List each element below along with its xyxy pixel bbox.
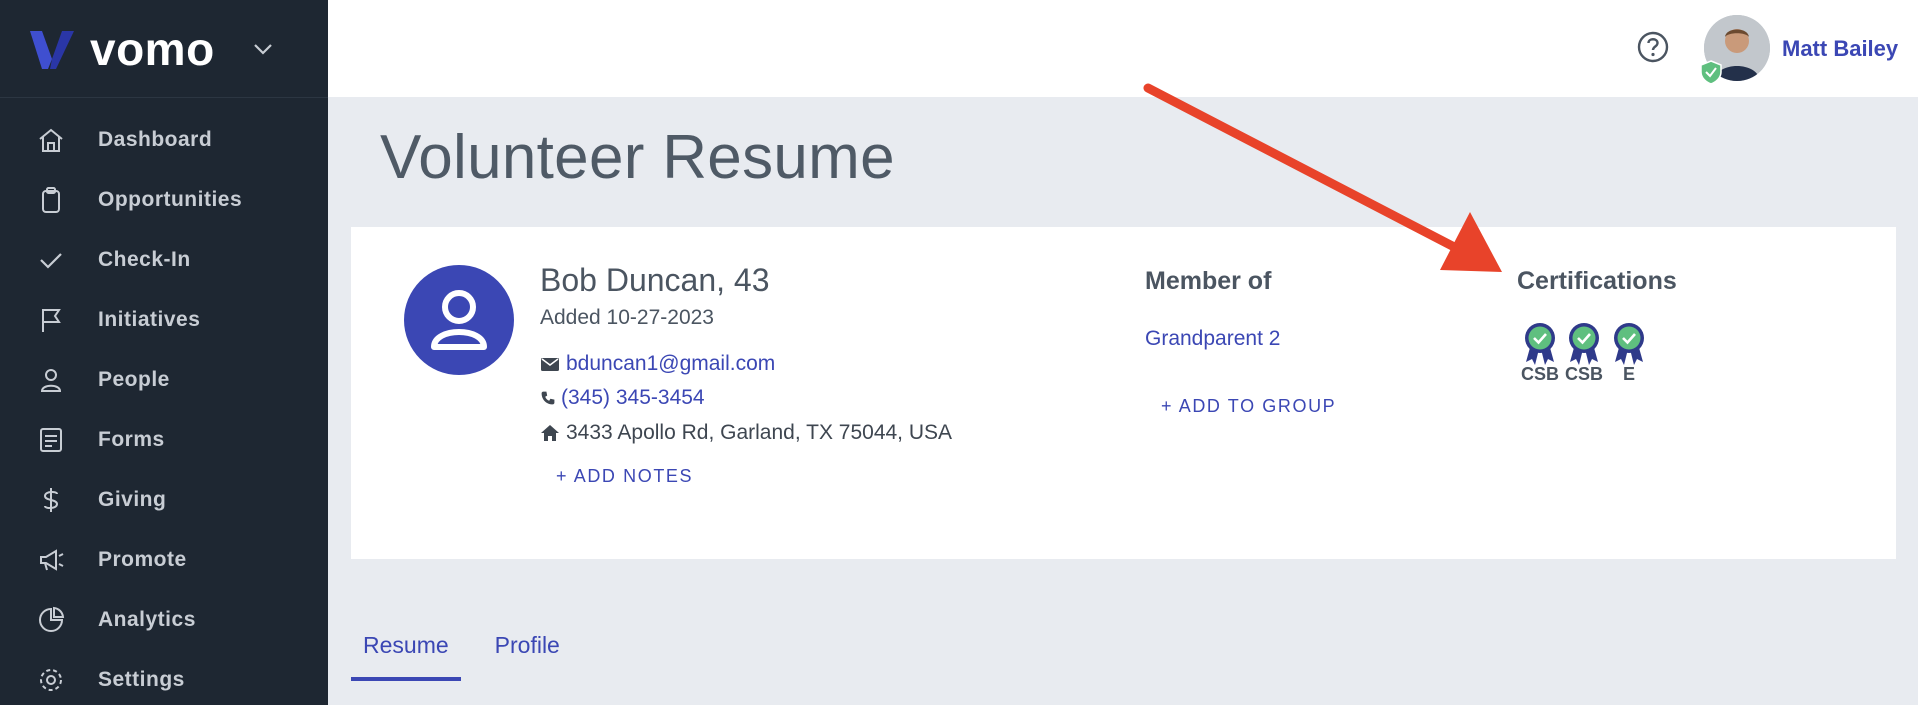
user-name[interactable]: Matt Bailey <box>1782 36 1898 62</box>
certification-label: CSB <box>1520 364 1559 384</box>
address-row: 3433 Apollo Rd, Garland, TX 75044, USA <box>540 421 952 445</box>
certification-badge[interactable]: CSB <box>1562 322 1606 385</box>
verified-shield-icon <box>1700 60 1722 85</box>
sidebar-item-label: Forms <box>98 428 165 451</box>
sidebar-item-label: Dashboard <box>98 128 213 151</box>
sidebar-item-label: Analytics <box>98 608 196 631</box>
tab-profile[interactable]: Profile <box>483 620 572 681</box>
phone-row: (345) 345-3454 <box>540 386 705 410</box>
certifications-heading: Certifications <box>1517 267 1677 295</box>
certification-badge[interactable]: E <box>1607 322 1651 385</box>
chevron-down-icon[interactable] <box>251 37 275 61</box>
sidebar-item-promote[interactable]: Promote <box>0 530 328 590</box>
sidebar-item-label: Check-In <box>98 248 191 271</box>
sidebar-item-analytics[interactable]: Analytics <box>0 590 328 650</box>
certification-badge[interactable]: CSB <box>1518 322 1562 385</box>
sidebar-item-opportunities[interactable]: Opportunities <box>0 170 328 230</box>
pie-chart-icon <box>36 605 66 635</box>
member-of-heading: Member of <box>1145 267 1272 295</box>
award-ribbon-icon <box>1525 323 1555 365</box>
brand-header[interactable]: vomo <box>0 0 328 98</box>
award-ribbon-icon <box>1614 323 1644 365</box>
group-link[interactable]: Grandparent 2 <box>1145 327 1280 351</box>
added-date: Added 10-27-2023 <box>540 306 714 329</box>
sidebar-item-people[interactable]: People <box>0 350 328 410</box>
sidebar-item-giving[interactable]: Giving <box>0 470 328 530</box>
check-icon <box>36 245 66 275</box>
sidebar-item-dashboard[interactable]: Dashboard <box>0 110 328 170</box>
sidebar-item-check-in[interactable]: Check-In <box>0 230 328 290</box>
sidebar-item-settings[interactable]: Settings <box>0 650 328 705</box>
home-icon <box>36 125 66 155</box>
sidebar-item-label: Giving <box>98 488 167 511</box>
person-avatar-icon <box>404 265 514 375</box>
sidebar-item-label: Settings <box>98 668 185 691</box>
sidebar-item-initiatives[interactable]: Initiatives <box>0 290 328 350</box>
person-name: Bob Duncan, 43 <box>540 262 770 298</box>
add-notes-button[interactable]: + ADD NOTES <box>556 466 693 487</box>
flag-icon <box>36 305 66 335</box>
sidebar-item-label: Initiatives <box>98 308 201 331</box>
phone-icon <box>541 391 555 405</box>
person-icon <box>36 365 66 395</box>
award-ribbon-icon <box>1569 323 1599 365</box>
dollar-icon <box>36 485 66 515</box>
form-icon <box>36 425 66 455</box>
phone-link[interactable]: (345) 345-3454 <box>561 386 705 410</box>
certification-label: E <box>1622 364 1635 384</box>
sidebar-item-label: Opportunities <box>98 188 243 211</box>
tab-bar: Resume Profile <box>351 620 594 681</box>
sidebar-item-label: Promote <box>98 548 187 571</box>
top-bar <box>328 0 1918 97</box>
sidebar-nav: Dashboard Opportunities Check-In Initiat… <box>0 98 328 705</box>
page-title: Volunteer Resume <box>380 123 895 192</box>
sidebar-item-forms[interactable]: Forms <box>0 410 328 470</box>
home-icon <box>541 425 559 441</box>
gear-icon <box>36 665 66 695</box>
envelope-icon <box>541 358 559 371</box>
help-icon[interactable] <box>1636 30 1670 64</box>
clipboard-icon <box>36 185 66 215</box>
certification-label: CSB <box>1564 364 1603 384</box>
tab-resume[interactable]: Resume <box>351 620 461 681</box>
add-to-group-button[interactable]: + ADD TO GROUP <box>1161 396 1336 417</box>
email-link[interactable]: bduncan1@gmail.com <box>566 352 775 376</box>
megaphone-icon <box>36 545 66 575</box>
address-text: 3433 Apollo Rd, Garland, TX 75044, USA <box>566 421 953 444</box>
email-row: bduncan1@gmail.com <box>540 352 775 376</box>
sidebar-item-label: People <box>98 368 170 391</box>
user-avatar[interactable] <box>1700 15 1770 85</box>
sidebar: vomo Dashboard Opportunities Check-In In… <box>0 0 328 705</box>
brand-name: vomo <box>90 22 215 75</box>
vomo-logo-icon <box>30 30 74 69</box>
